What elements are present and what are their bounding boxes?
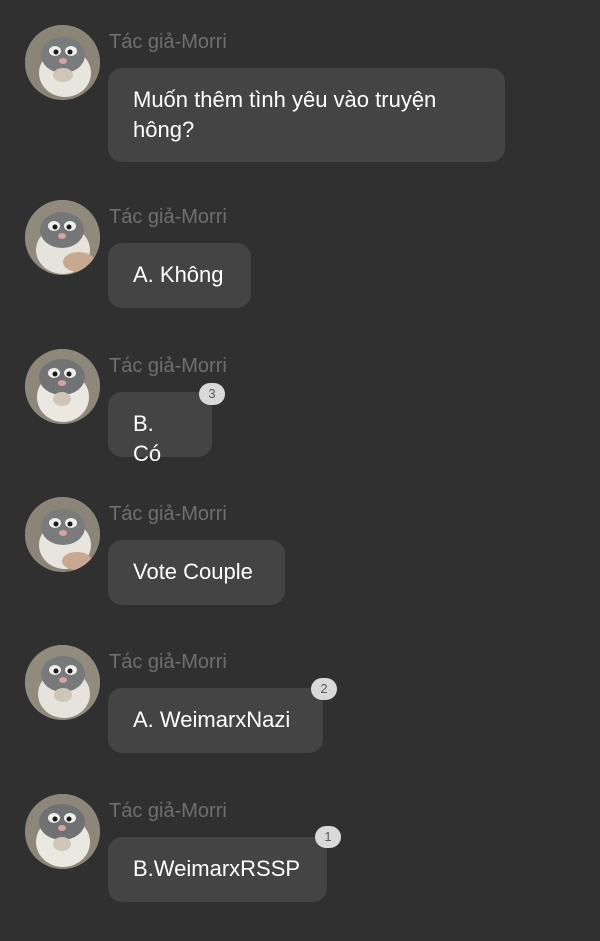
author-name: Tác giả-Morri	[109, 206, 227, 228]
message-bubble[interactable]: Muốn thêm tình yêu vào truyện hông?	[108, 68, 505, 162]
hamster-avatar-icon	[25, 497, 100, 572]
reaction-count-badge[interactable]: 2	[311, 678, 337, 700]
reaction-count-badge[interactable]: 1	[315, 826, 341, 848]
hamster-avatar-icon	[25, 349, 100, 424]
author-name: Tác giả-Morri	[109, 651, 227, 673]
avatar[interactable]	[25, 645, 100, 720]
message-bubble[interactable]: B.WeimarxRSSP	[108, 837, 327, 902]
author-name: Tác giả-Morri	[109, 503, 227, 525]
avatar[interactable]	[25, 25, 100, 100]
author-name: Tác giả-Morri	[109, 800, 227, 822]
message-bubble[interactable]: A. Không	[108, 243, 251, 308]
hamster-avatar-icon	[25, 794, 100, 869]
avatar[interactable]	[25, 497, 100, 572]
message-text: B.WeimarxRSSP	[133, 856, 301, 881]
hamster-avatar-icon	[25, 200, 100, 275]
message-text: A. Không	[133, 262, 224, 287]
avatar[interactable]	[25, 200, 100, 275]
message-text: A. WeimarxNazi	[133, 707, 291, 732]
avatar[interactable]	[25, 349, 100, 424]
reaction-count-badge[interactable]: 3	[199, 383, 225, 405]
message-bubble[interactable]: Vote Couple	[108, 540, 285, 605]
message-text: B. Có	[133, 411, 162, 466]
message-bubble[interactable]: B. Có	[108, 392, 212, 466]
message-bubble[interactable]: A. WeimarxNazi	[108, 688, 323, 753]
hamster-avatar-icon	[25, 645, 100, 720]
message-text: Muốn thêm tình yêu vào truyện hông?	[133, 87, 437, 142]
author-name: Tác giả-Morri	[109, 31, 227, 53]
avatar[interactable]	[25, 794, 100, 869]
hamster-avatar-icon	[25, 25, 100, 100]
message-text: Vote Couple	[133, 559, 253, 584]
chat-thread: Tác giả-Morri Muốn thêm tình yêu vào tru…	[0, 0, 600, 941]
author-name: Tác giả-Morri	[109, 355, 227, 377]
